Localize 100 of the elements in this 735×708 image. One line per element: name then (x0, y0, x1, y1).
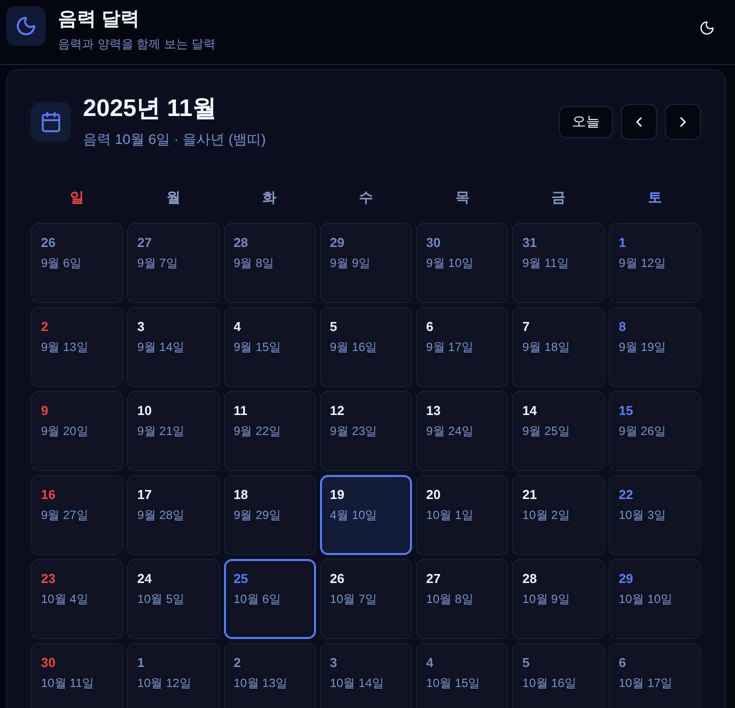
day-cell[interactable]: 24 10월 5일 (127, 559, 220, 639)
day-cell[interactable]: 23 10월 4일 (31, 559, 124, 639)
day-number: 4 (234, 318, 241, 336)
day-cell[interactable]: 30 10월 11일 (31, 643, 124, 708)
today-button[interactable]: 오늘 (559, 106, 613, 138)
day-cell[interactable]: 10 9월 21일 (127, 391, 220, 471)
day-cell[interactable]: 5 10월 16일 (512, 643, 605, 708)
day-cell[interactable]: 9 9월 20일 (31, 391, 124, 471)
next-month-button[interactable] (665, 104, 701, 140)
day-cell[interactable]: 6 9월 17일 (416, 307, 508, 387)
day-cell[interactable]: 28 10월 9일 (512, 559, 605, 639)
lunar-date: 10월 1일 (426, 507, 474, 523)
day-cell[interactable]: 5 9월 16일 (320, 307, 412, 387)
lunar-date: 10월 4일 (41, 591, 88, 607)
day-cell[interactable]: 2 9월 13일 (31, 307, 124, 387)
day-cell[interactable]: 27 9월 7일 (127, 223, 220, 303)
weekday-label: 일 (70, 188, 84, 207)
day-cell[interactable]: 2 10월 13일 (224, 643, 316, 708)
day-cell[interactable]: 11 9월 22일 (224, 391, 316, 471)
day-number: 8 (618, 318, 626, 336)
day-cell[interactable]: 4 9월 15일 (224, 307, 316, 387)
day-cell[interactable]: 29 9월 9일 (320, 223, 412, 303)
day-cell[interactable]: 1 9월 12일 (608, 223, 701, 303)
day-number: 19 (330, 486, 344, 504)
lunar-date: 10월 14일 (330, 675, 384, 691)
day-cell[interactable]: 12 9월 23일 (320, 391, 412, 471)
day-cell[interactable]: 22 10월 3일 (608, 475, 701, 555)
weekday-label: 화 (262, 188, 277, 207)
day-number: 14 (522, 402, 537, 420)
lunar-date: 9월 11일 (522, 255, 569, 271)
day-cell[interactable]: 26 9월 6일 (31, 223, 124, 303)
day-number: 16 (41, 486, 56, 504)
day-cell[interactable]: 15 9월 26일 (608, 391, 701, 471)
day-number: 27 (137, 234, 152, 252)
lunar-date: 9월 20일 (41, 423, 88, 439)
day-cell[interactable]: 27 10월 8일 (416, 559, 508, 639)
day-number: 23 (41, 570, 56, 588)
day-cell[interactable]: 31 9월 11일 (512, 223, 605, 303)
lunar-date: 9월 6일 (41, 255, 82, 271)
day-cell[interactable]: 19 4월 10일 (320, 475, 412, 555)
lunar-date: 9월 17일 (426, 339, 474, 355)
lunar-date: 10월 13일 (234, 675, 288, 691)
day-cell[interactable]: 3 10월 14일 (320, 643, 412, 708)
day-cell[interactable]: 7 9월 18일 (512, 307, 605, 387)
day-cell[interactable]: 26 10월 7일 (320, 559, 412, 639)
day-number: 25 (234, 570, 248, 588)
lunar-date: 10월 15일 (426, 675, 480, 691)
day-cell[interactable]: 18 9월 29일 (224, 475, 316, 555)
day-cell[interactable]: 8 9월 19일 (608, 307, 701, 387)
lunar-date-subtitle: 음력 10월 6일 · 을사년 (뱀띠) (83, 130, 267, 149)
day-number: 18 (234, 486, 248, 504)
month-title: 2025년 11월 (83, 94, 218, 124)
previous-month-button[interactable] (621, 104, 657, 140)
day-number: 9 (41, 402, 48, 420)
day-number: 12 (330, 402, 344, 420)
day-number: 10 (137, 402, 152, 420)
day-number: 7 (522, 318, 530, 336)
lunar-date: 9월 23일 (330, 423, 378, 439)
lunar-date: 10월 17일 (618, 675, 673, 691)
lunar-date: 9월 13일 (41, 339, 88, 355)
day-number: 6 (618, 654, 626, 672)
lunar-date: 9월 8일 (234, 255, 274, 271)
day-cell[interactable]: 21 10월 2일 (512, 475, 605, 555)
day-cell[interactable]: 13 9월 24일 (416, 391, 508, 471)
day-number: 31 (522, 234, 537, 252)
day-number: 15 (618, 402, 634, 420)
day-number: 6 (426, 318, 434, 336)
lunar-date: 10월 7일 (330, 591, 378, 607)
lunar-date: 9월 24일 (426, 423, 474, 439)
day-cell[interactable]: 14 9월 25일 (512, 391, 605, 471)
lunar-date: 9월 18일 (522, 339, 570, 355)
lunar-date: 10월 8일 (426, 591, 474, 607)
day-cell[interactable]: 1 10월 12일 (127, 643, 220, 708)
day-cell[interactable]: 3 9월 14일 (127, 307, 220, 387)
lunar-date: 9월 25일 (522, 423, 570, 439)
day-number: 28 (234, 234, 248, 252)
day-cell[interactable]: 25 10월 6일 (224, 559, 316, 639)
day-number: 5 (522, 654, 530, 672)
day-number: 11 (234, 402, 248, 420)
day-cell[interactable]: 6 10월 17일 (608, 643, 701, 708)
lunar-date: 10월 6일 (234, 591, 281, 607)
lunar-date: 9월 21일 (137, 423, 185, 439)
app-title: 음력 달력 (58, 8, 140, 32)
day-cell[interactable]: 28 9월 8일 (224, 223, 316, 303)
lunar-date: 9월 7일 (137, 255, 178, 271)
lunar-date: 9월 27일 (41, 507, 88, 523)
day-cell[interactable]: 29 10월 10일 (608, 559, 701, 639)
day-number: 13 (426, 402, 441, 420)
day-cell[interactable]: 20 10월 1일 (416, 475, 508, 555)
lunar-date: 9월 10일 (426, 255, 474, 271)
lunar-date: 9월 19일 (618, 339, 666, 355)
lunar-date: 10월 16일 (522, 675, 576, 691)
day-number: 3 (137, 318, 145, 336)
day-number: 24 (137, 570, 152, 588)
calendar-icon (31, 102, 71, 142)
day-cell[interactable]: 16 9월 27일 (31, 475, 124, 555)
day-number: 20 (426, 486, 441, 504)
day-cell[interactable]: 4 10월 15일 (416, 643, 508, 708)
day-cell[interactable]: 17 9월 28일 (127, 475, 220, 555)
day-cell[interactable]: 30 9월 10일 (416, 223, 508, 303)
